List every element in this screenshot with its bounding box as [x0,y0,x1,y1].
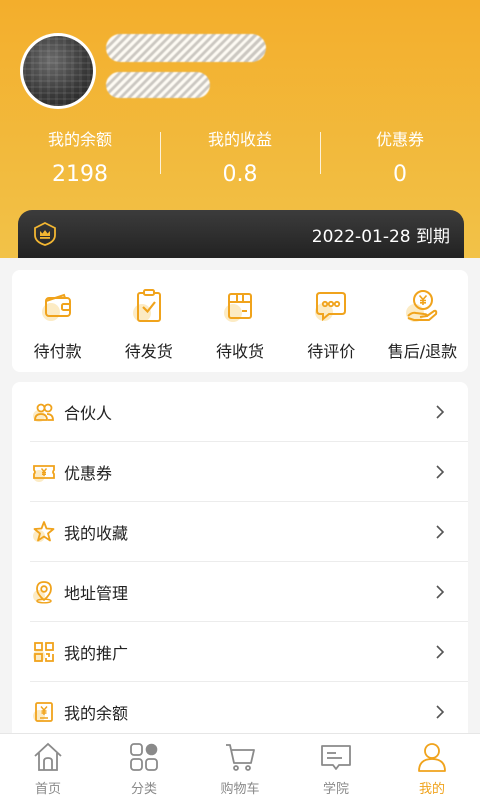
book-icon [321,745,351,770]
order-label: 待收货 [216,342,265,361]
stat-label: 我的余额 [47,130,112,149]
home-icon [34,742,62,771]
tab-category[interactable]: 分类 [96,734,192,800]
chevron-right-icon [436,645,445,659]
clipboard-check-icon [132,289,161,322]
chevron-right-icon [436,585,445,599]
tab-label: 购物车 [220,782,260,797]
chevron-right-icon [436,465,445,479]
stat-coupons[interactable]: 优惠券 0 [320,120,480,190]
partner-people-icon [33,403,54,422]
tab-label: 分类 [130,782,157,797]
order-label: 待付款 [33,342,82,361]
order-status-panel: 待付款 待发货 待收货 待评价 售后/退款 [12,270,468,372]
keyboard-photo-avatar [23,36,93,106]
stat-value: 2198 [52,162,108,187]
tab-label: 学院 [322,782,349,797]
menu-item-favorites[interactable]: 我的收藏 [12,502,468,562]
menu-label: 地址管理 [64,584,129,603]
yen-document-icon [33,702,53,722]
shopping-cart-icon [226,744,255,771]
order-pending-shipment[interactable]: 待发货 [103,270,194,372]
stat-label: 优惠券 [375,130,424,149]
stat-earnings[interactable]: 我的收益 0.8 [160,120,320,190]
settings-menu: 合伙人 优惠券 我的收藏 地址管理 我的推广 我的余额 [12,382,468,742]
menu-label: 我的收藏 [64,524,129,543]
bottom-tab-bar: 首页 分类 购物车 学院 我的 [0,733,480,800]
menu-item-partner[interactable]: 合伙人 [12,382,468,442]
stat-label: 我的收益 [207,130,272,149]
chat-bubble-icon [315,292,347,322]
chevron-right-icon [436,705,445,719]
order-after-sales[interactable]: 售后/退款 [377,270,468,372]
tab-academy[interactable]: 学院 [288,734,384,800]
menu-label: 我的余额 [64,704,129,723]
stat-value: 0 [393,162,407,187]
menu-item-address[interactable]: 地址管理 [12,562,468,622]
tab-profile[interactable]: 我的 [384,734,480,800]
menu-label: 合伙人 [64,404,113,423]
chevron-right-icon [436,525,445,539]
yen-hand-icon [406,290,438,322]
avatar[interactable] [20,33,96,109]
account-stats: 我的余额 2198 我的收益 0.8 优惠券 0 [0,120,480,190]
stat-balance[interactable]: 我的余额 2198 [0,120,160,190]
menu-item-promotion[interactable]: 我的推广 [12,622,468,682]
redacted-username [106,34,266,62]
order-pending-receipt[interactable]: 待收货 [194,270,285,372]
coupon-ticket-icon [33,465,55,482]
order-label: 售后/退款 [387,342,458,361]
vip-membership-bar[interactable]: 2022-01-28 到期 [18,210,464,258]
stat-value: 0.8 [222,162,258,187]
tab-label: 我的 [418,782,445,797]
crown-badge-icon [34,221,56,246]
tab-cart[interactable]: 购物车 [192,734,288,800]
profile-header: 我的余额 2198 我的收益 0.8 优惠券 0 2022-01-28 到期 [0,0,480,258]
star-favorite-icon [33,521,55,542]
user-profile-icon [418,743,446,772]
tab-label: 首页 [34,782,61,797]
redacted-user-info [106,72,210,98]
location-pin-icon [33,581,52,604]
menu-label: 优惠券 [64,464,113,483]
order-pending-payment[interactable]: 待付款 [12,270,103,372]
order-pending-review[interactable]: 待评价 [286,270,377,372]
package-box-icon [224,293,252,322]
menu-item-coupon[interactable]: 优惠券 [12,442,468,502]
category-grid-icon [130,743,158,771]
menu-label: 我的推广 [64,644,129,663]
tab-home[interactable]: 首页 [0,734,96,800]
vip-expire-date: 2022-01-28 到期 [311,226,450,247]
order-label: 待评价 [307,342,356,361]
qr-code-icon [33,642,54,662]
chevron-right-icon [436,405,445,419]
order-label: 待发货 [124,342,173,361]
wallet-icon [41,293,71,321]
